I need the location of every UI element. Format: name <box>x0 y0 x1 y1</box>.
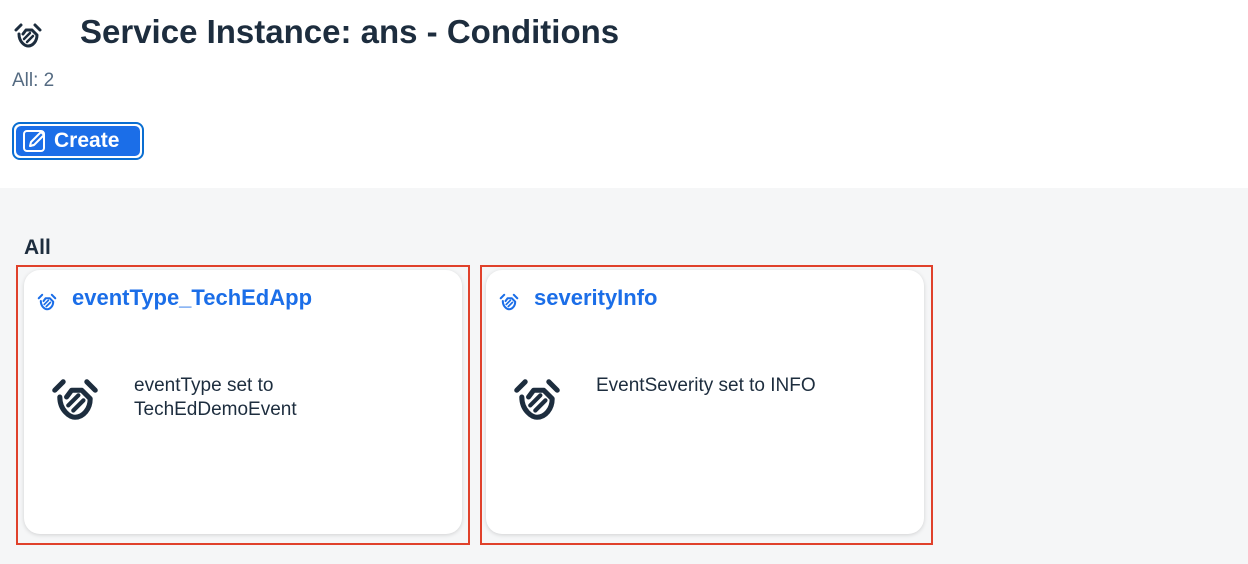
card-description: eventType set to TechEdDemoEvent <box>134 375 297 420</box>
edit-pencil-icon <box>23 130 45 152</box>
section-title: All <box>24 236 51 259</box>
handshake-icon <box>14 23 42 48</box>
create-button-label: Create <box>54 129 120 152</box>
card-description: EventSeverity set to INFO <box>596 375 816 396</box>
create-button[interactable]: Create <box>12 122 144 160</box>
card-title-link[interactable]: severityInfo <box>534 285 658 311</box>
card-title-link[interactable]: eventType_TechEdApp <box>72 285 312 311</box>
condition-card-eventtype[interactable]: eventType_TechEdApp eventType set to Tec… <box>24 270 462 534</box>
handshake-icon <box>52 379 98 420</box>
page-header: Service Instance: ans - Conditions All: … <box>0 0 1248 188</box>
create-button-body[interactable]: Create <box>16 126 140 156</box>
page-title: Service Instance: ans - Conditions <box>80 13 620 50</box>
handshake-icon <box>514 379 560 420</box>
handshake-icon <box>499 293 519 311</box>
item-count: All: 2 <box>12 70 55 91</box>
condition-card-severity[interactable]: severityInfo EventSeverity set to INFO <box>486 270 924 534</box>
handshake-icon <box>37 293 57 311</box>
